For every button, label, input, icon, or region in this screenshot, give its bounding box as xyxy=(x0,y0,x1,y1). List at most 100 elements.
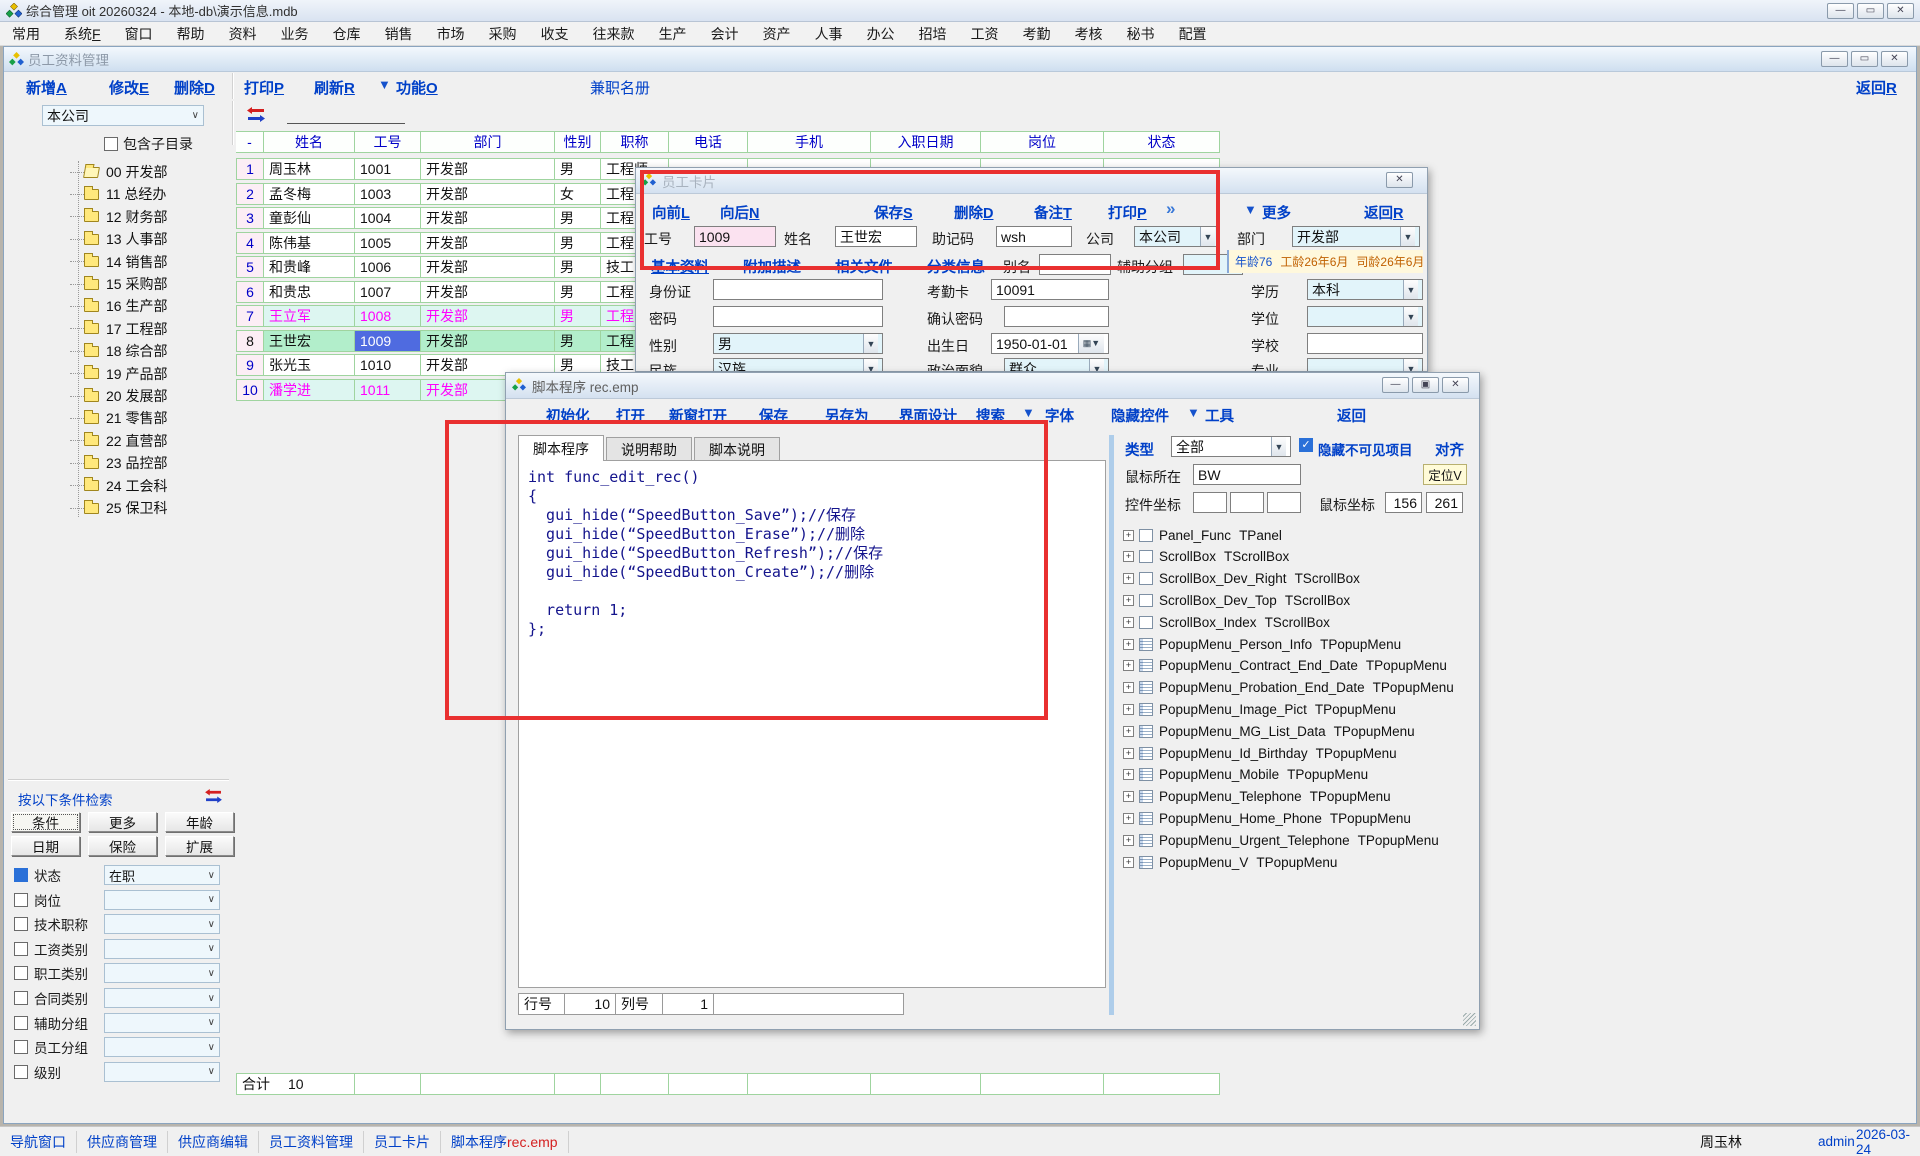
menu-item[interactable]: 往来款 xyxy=(581,22,647,46)
window-tab[interactable]: 员工资料管理 xyxy=(259,1131,364,1153)
filter-checkbox[interactable] xyxy=(14,1016,28,1030)
menu-item[interactable]: 考勤 xyxy=(1011,22,1063,46)
control-tree-item[interactable]: + PopupMenu_Person_Info TPopupMenu xyxy=(1123,634,1401,654)
dept-cell[interactable]: 开发部 xyxy=(421,330,555,352)
gender-cell[interactable]: 男 xyxy=(555,158,601,180)
name-cell[interactable]: 陈伟基 xyxy=(264,232,355,254)
menu-item[interactable]: 采购 xyxy=(477,22,529,46)
gender-cell[interactable]: 男 xyxy=(555,305,601,327)
search-button[interactable]: 搜索 xyxy=(976,405,1005,426)
more-button[interactable]: 更多 xyxy=(88,812,157,832)
print-button[interactable]: 打印P xyxy=(244,77,284,98)
control-tree-item[interactable]: + PopupMenu_Mobile TPopupMenu xyxy=(1123,765,1368,785)
insurance-button[interactable]: 保险 xyxy=(88,836,157,856)
expand-plus-icon[interactable]: + xyxy=(1123,791,1134,802)
control-z-field[interactable] xyxy=(1267,492,1301,513)
name-cell[interactable]: 孟冬梅 xyxy=(264,183,355,205)
close-icon[interactable]: ✕ xyxy=(1887,3,1914,19)
dept-cell[interactable]: 开发部 xyxy=(421,207,555,229)
gender-cell[interactable]: 女 xyxy=(555,183,601,205)
empno-cell[interactable]: 1001 xyxy=(355,158,421,180)
card-print-button[interactable]: 打印P xyxy=(1108,202,1147,223)
name-field[interactable]: 王世宏 xyxy=(835,226,917,247)
tab-extra-desc[interactable]: 附加描述 xyxy=(743,256,801,277)
menu-item[interactable]: 考核 xyxy=(1063,22,1115,46)
script-close-icon[interactable]: ✕ xyxy=(1442,377,1469,393)
department-tree-item[interactable]: 15 采购部 xyxy=(106,274,167,294)
filter-select[interactable]: ∨ xyxy=(104,988,220,1008)
control-tree-item[interactable]: + PopupMenu_Home_Phone TPopupMenu xyxy=(1123,808,1411,828)
column-header[interactable]: 职称 xyxy=(601,131,669,153)
control-x-field[interactable] xyxy=(1193,492,1227,513)
birthdate-field[interactable]: 1950-01-01▦▼ xyxy=(991,333,1109,354)
menu-item[interactable]: 资料 xyxy=(217,22,269,46)
tab-category-info[interactable]: 分类信息 xyxy=(927,256,985,277)
name-cell[interactable]: 和贵忠 xyxy=(264,281,355,303)
department-tree-item[interactable]: 25 保卫科 xyxy=(106,498,167,518)
name-cell[interactable]: 潘学进 xyxy=(264,379,355,401)
control-tree-item[interactable]: + PopupMenu_MG_List_Data TPopupMenu xyxy=(1123,721,1415,741)
name-cell[interactable]: 张光玉 xyxy=(264,354,355,376)
expand-plus-icon[interactable]: + xyxy=(1123,639,1134,650)
name-cell[interactable]: 童彭仙 xyxy=(264,207,355,229)
department-tree-item[interactable]: 21 零售部 xyxy=(106,408,167,428)
arrow-down-icon[interactable]: ▼ xyxy=(1022,405,1035,420)
child-restore-icon[interactable]: ▭ xyxy=(1851,51,1878,67)
column-header[interactable]: 电话 xyxy=(669,131,748,153)
department-tree-item[interactable]: 19 产品部 xyxy=(106,364,167,384)
menu-item[interactable]: 收支 xyxy=(529,22,581,46)
control-tree-item[interactable]: + PopupMenu_Image_Pict TPopupMenu xyxy=(1123,699,1396,719)
department-tree-item[interactable]: 18 综合部 xyxy=(106,341,167,361)
tab-related-files[interactable]: 相关文件 xyxy=(835,256,893,277)
ui-design-button[interactable]: 界面设计 xyxy=(899,405,957,426)
nation-field[interactable]: 汉族▼ xyxy=(713,358,883,372)
roster-button[interactable]: 兼职名册 xyxy=(590,77,650,98)
mouse-x-field[interactable]: 156 xyxy=(1385,492,1422,513)
expand-plus-icon[interactable]: + xyxy=(1123,617,1134,628)
script-back-button[interactable]: 返回 xyxy=(1337,405,1366,426)
mouse-y-field[interactable]: 261 xyxy=(1426,492,1463,513)
dept-cell[interactable]: 开发部 xyxy=(421,158,555,180)
card-save-button[interactable]: 保存S xyxy=(874,202,913,223)
init-button[interactable]: 初始化 xyxy=(546,405,590,426)
name-cell[interactable]: 周玉林 xyxy=(264,158,355,180)
open-button[interactable]: 打开 xyxy=(616,405,645,426)
empno-cell[interactable]: 1004 xyxy=(355,207,421,229)
window-tab[interactable]: 供应商管理 xyxy=(77,1131,168,1153)
expand-plus-icon[interactable]: + xyxy=(1123,857,1134,868)
splitter-handle[interactable] xyxy=(1109,435,1114,1015)
add-button[interactable]: 新增A xyxy=(26,77,67,98)
control-tree-item[interactable]: + PopupMenu_Contract_End_Date TPopupMenu xyxy=(1123,656,1447,676)
control-tree-item[interactable]: + ScrollBox_Index TScrollBox xyxy=(1123,612,1330,632)
filter-select[interactable]: 在职 ∨ xyxy=(104,865,220,885)
condition-button[interactable]: 条件 xyxy=(11,812,80,832)
menu-item[interactable]: 销售 xyxy=(373,22,425,46)
expand-plus-icon[interactable]: + xyxy=(1123,748,1134,759)
company-select[interactable]: 本公司 ∨ xyxy=(42,105,204,126)
expand-plus-icon[interactable]: + xyxy=(1123,530,1134,541)
code-editor[interactable]: int func_edit_rec() { gui_hide(“SpeedBut… xyxy=(518,460,1106,988)
age-button[interactable]: 年龄 xyxy=(165,812,234,832)
hide-controls-button[interactable]: 隐藏控件 xyxy=(1111,405,1169,426)
column-header[interactable]: 性别 xyxy=(555,131,601,153)
department-tree-item[interactable]: 13 人事部 xyxy=(106,229,167,249)
card-note-button[interactable]: 备注T xyxy=(1034,202,1072,223)
menu-item[interactable]: 会计 xyxy=(699,22,751,46)
child-close-icon[interactable]: ✕ xyxy=(1881,51,1908,67)
menu-item[interactable]: 系统F xyxy=(52,22,113,46)
education-field[interactable]: 本科▼ xyxy=(1307,279,1423,300)
control-tree-item[interactable]: + PopupMenu_V TPopupMenu xyxy=(1123,852,1337,872)
filter-checkbox[interactable] xyxy=(14,991,28,1005)
card-next-button[interactable]: 向后N xyxy=(720,202,759,223)
tab-description[interactable]: 脚本说明 xyxy=(694,437,780,461)
name-cell[interactable]: 王世宏 xyxy=(264,330,355,352)
back-button[interactable]: 返回R xyxy=(1856,77,1897,98)
department-tree-item[interactable]: 11 总经办 xyxy=(106,184,166,204)
control-tree-item[interactable]: + PopupMenu_Probation_End_Date TPopupMen… xyxy=(1123,678,1454,698)
font-button[interactable]: 字体 xyxy=(1045,405,1074,426)
column-header[interactable]: 部门 xyxy=(421,131,555,153)
filter-select[interactable]: ∨ xyxy=(104,1037,220,1057)
control-tree-item[interactable]: + PopupMenu_Urgent_Telephone TPopupMenu xyxy=(1123,830,1439,850)
window-tab[interactable]: 员工卡片 xyxy=(364,1131,441,1153)
filter-select[interactable]: ∨ xyxy=(104,914,220,934)
